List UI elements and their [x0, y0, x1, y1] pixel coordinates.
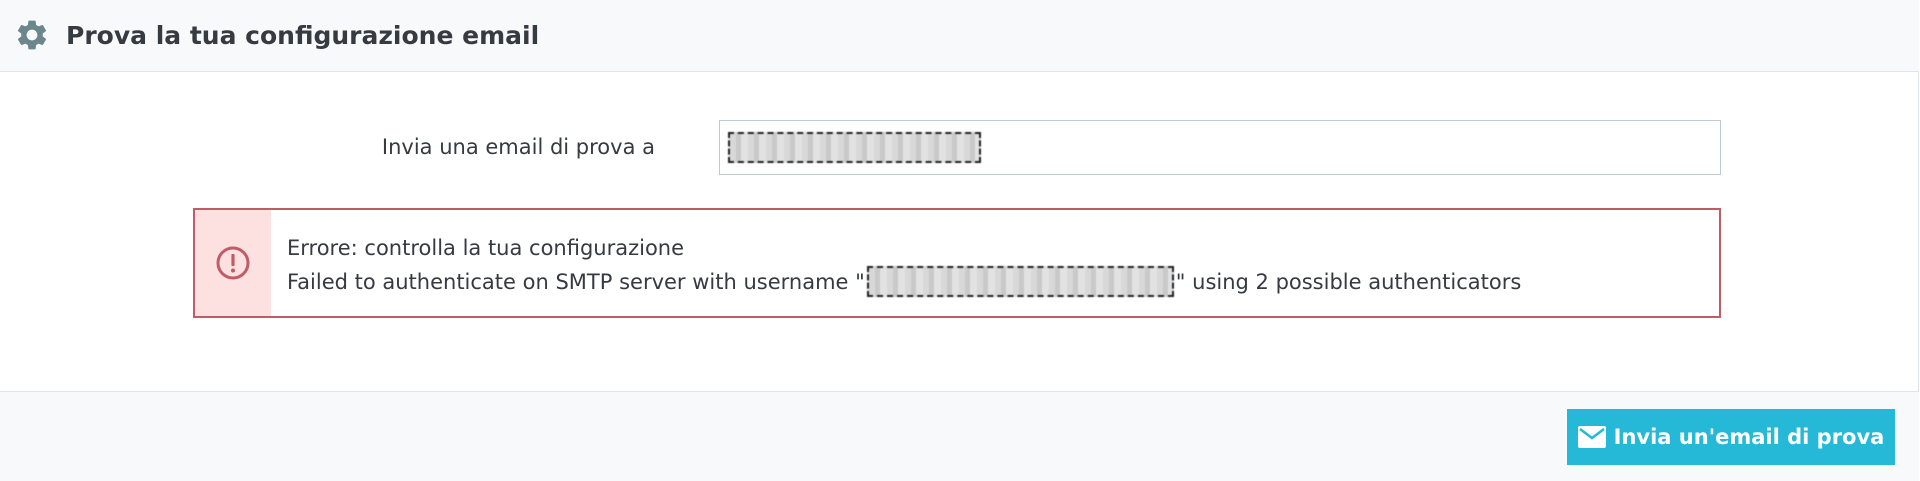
alert-message-suffix: " using 2 possible authenticators: [1175, 269, 1522, 294]
send-button-label: Invia un'email di prova: [1613, 425, 1885, 449]
mail-icon: [1577, 426, 1606, 448]
gear-icon: [14, 17, 50, 53]
error-alert: Errore: controlla la tua configurazione …: [193, 208, 1721, 318]
alert-message-prefix: Failed to authenticate on SMTP server wi…: [287, 269, 865, 294]
redacted-email-value: [728, 132, 981, 163]
email-field-label: Invia una email di prova a: [381, 135, 655, 159]
send-test-email-button[interactable]: Invia un'email di prova: [1567, 409, 1895, 465]
email-test-panel: Prova la tua configurazione email Invia …: [0, 0, 1919, 481]
alert-title: Errore: controlla la tua configurazione: [287, 236, 685, 260]
email-field[interactable]: [719, 120, 1721, 175]
alert-icon-box: [195, 210, 271, 316]
panel-header: Prova la tua configurazione email: [0, 0, 1919, 72]
error-circle-icon: [215, 245, 251, 281]
panel-title: Prova la tua configurazione email: [66, 21, 540, 50]
redacted-username: [866, 266, 1174, 297]
alert-message: Failed to authenticate on SMTP server wi…: [287, 266, 1521, 297]
